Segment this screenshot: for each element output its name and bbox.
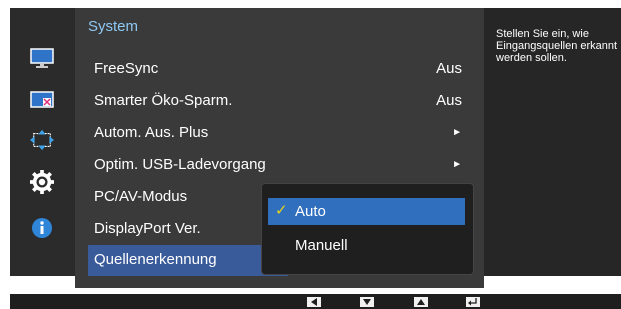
chevron-right-icon: ►	[452, 159, 462, 170]
option-manual[interactable]: Manuell	[268, 232, 465, 259]
option-label: Auto	[295, 203, 326, 220]
menu-item-label: Optim. USB-Ladevorgang	[94, 156, 266, 173]
color-icon[interactable]	[30, 88, 54, 112]
chevron-right-icon: ►	[452, 127, 462, 138]
left-arrow-icon[interactable]	[307, 297, 321, 307]
menu-item-auto-off-plus[interactable]: Autom. Aus. Plus ►	[75, 118, 484, 149]
checkmark-icon: ✓	[275, 202, 288, 219]
menu-item-label: DisplayPort Ver.	[94, 220, 201, 237]
option-label: Manuell	[295, 237, 348, 254]
monitor-icon[interactable]	[30, 46, 54, 70]
menu-title: System	[88, 18, 139, 35]
menu-item-label: FreeSync	[94, 60, 159, 77]
menu-item-value: Aus	[436, 92, 462, 109]
menu-item-label: PC/AV-Modus	[94, 188, 188, 205]
menu-item-value: Aus	[436, 60, 462, 77]
up-arrow-icon[interactable]	[414, 297, 428, 307]
menu-item-label: Autom. Aus. Plus	[94, 124, 209, 141]
settings-gear-icon[interactable]	[30, 170, 54, 194]
source-detection-dropdown: ✓ Auto Manuell	[261, 183, 474, 275]
down-arrow-icon[interactable]	[360, 297, 374, 307]
info-icon[interactable]	[30, 216, 54, 240]
help-panel: Stellen Sie ein, wie Eingangsquellen erk…	[484, 8, 621, 276]
menu-item-freesync[interactable]: FreeSync Aus	[75, 54, 484, 85]
sidebar	[10, 8, 74, 276]
menu-item-label: Quellenerkennung	[94, 251, 217, 268]
menu-item-source-detection[interactable]: Quellenerkennung	[88, 245, 288, 276]
help-text: Stellen Sie ein, wie Eingangsquellen erk…	[496, 28, 618, 64]
menu-item-eco-saving[interactable]: Smarter Öko-Sparm. Aus	[75, 86, 484, 117]
menu-item-usb-charging[interactable]: Optim. USB-Ladevorgang ►	[75, 150, 484, 181]
option-auto[interactable]: ✓ Auto	[268, 198, 465, 225]
menu-item-label: Smarter Öko-Sparm.	[94, 92, 233, 109]
enter-icon[interactable]	[466, 297, 480, 307]
screen-size-icon[interactable]	[30, 128, 54, 152]
